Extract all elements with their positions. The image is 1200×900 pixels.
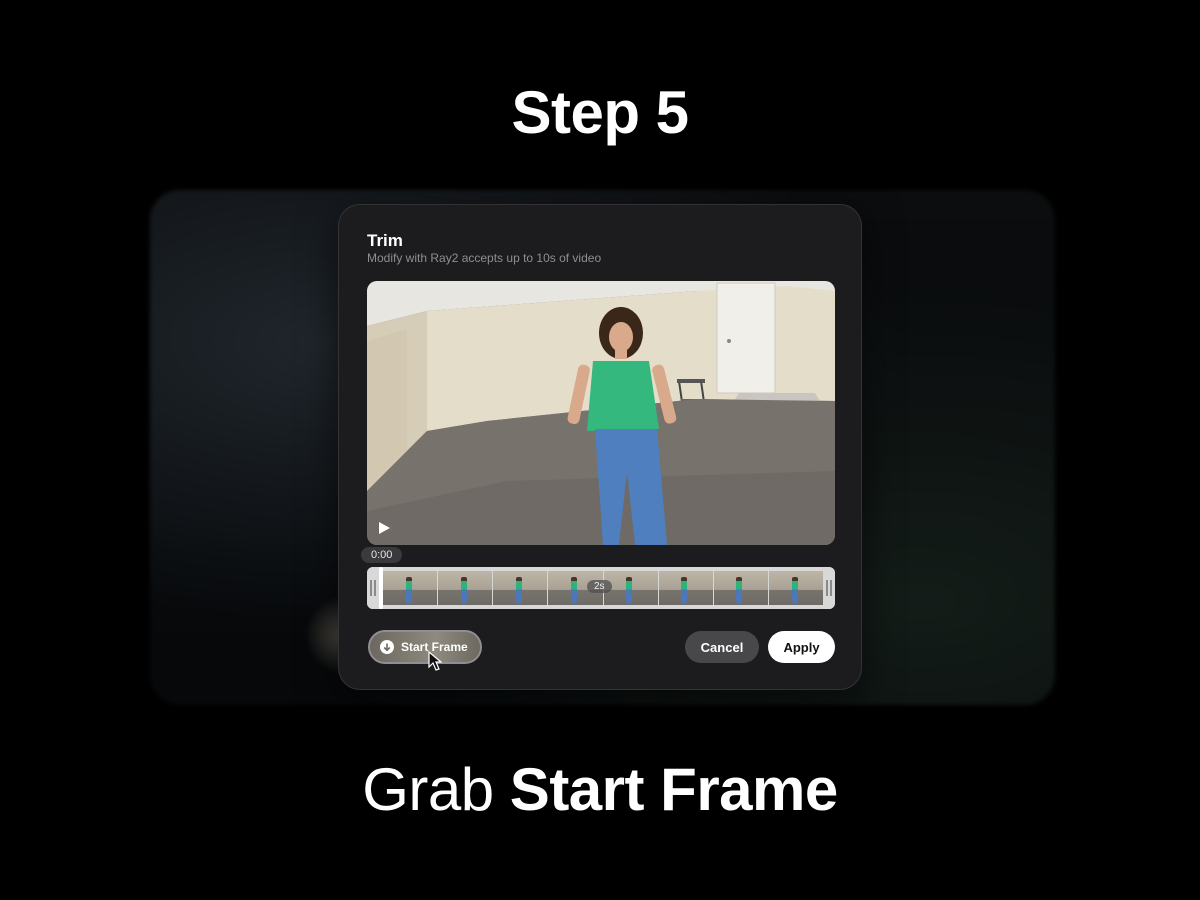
play-icon[interactable] [377,521,391,535]
playhead[interactable] [379,567,383,609]
timeline-thumbnail [713,571,768,605]
cancel-button[interactable]: Cancel [685,631,759,663]
grip-icon [830,580,832,596]
video-frame-image [367,281,835,545]
timeline-thumbnail [603,571,658,605]
current-time-badge: 0:00 [361,547,403,563]
cursor-icon [428,651,442,671]
caption-light: Grab [362,756,494,823]
trim-timeline[interactable]: 2s [367,567,835,609]
grip-icon [826,580,828,596]
dialog-title: Trim [367,231,403,250]
timeline-thumbnail [658,571,713,605]
caption: Grab Start Frame [0,755,1200,824]
video-preview[interactable] [367,281,835,545]
start-frame-button[interactable]: Start Frame [368,630,482,664]
trim-handle-right[interactable] [823,567,835,609]
step-title: Step 5 [511,79,689,146]
trim-handle-left[interactable] [367,567,379,609]
trim-dialog: Trim Modify with Ray2 accepts up to 10s … [338,204,862,690]
timeline-marker-badge: 2s [587,580,612,593]
caption-bold: Start Frame [509,756,838,823]
dialog-subtitle: Modify with Ray2 accepts up to 10s of vi… [367,251,602,265]
timeline-thumbnail [438,571,493,605]
apply-button[interactable]: Apply [768,631,835,663]
arrow-down-icon [380,640,394,654]
grip-icon [370,580,372,596]
timeline-thumbnail [493,571,548,605]
timeline-thumbnail [383,571,438,605]
timeline-thumbnail [768,571,823,605]
grip-icon [374,580,376,596]
